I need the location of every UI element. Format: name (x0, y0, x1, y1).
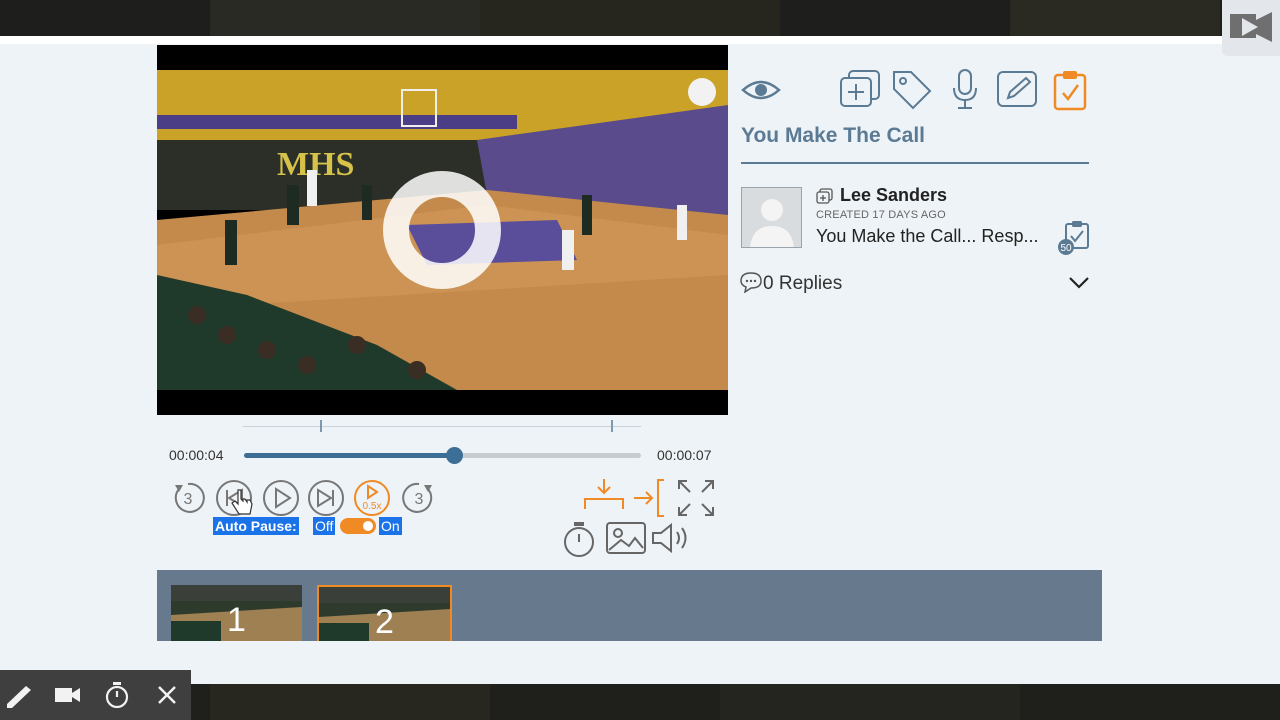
fast-forward-icon: 3 (402, 482, 433, 513)
video-player[interactable]: MHS (157, 45, 728, 415)
clipboard-check-icon[interactable] (1052, 69, 1088, 111)
trim-markers-track (243, 420, 641, 432)
skip-back-seconds: 3 (184, 491, 193, 508)
clip-number: 1 (227, 601, 246, 639)
skip-forward-seconds: 3 (415, 491, 424, 508)
clip-thumbnail[interactable]: 1 (171, 585, 302, 641)
post-created-time: CREATED 17 DAYS AGO (816, 209, 946, 221)
background-bottom-strip (0, 684, 1280, 720)
auto-pause-label: Auto Pause: (213, 517, 299, 535)
add-clip-small-icon (816, 188, 833, 204)
step-forward-icon (308, 480, 344, 516)
slow-play-icon: 0.5x (354, 480, 390, 516)
progress-slider[interactable] (244, 447, 641, 464)
auto-pause-toggle[interactable] (340, 518, 376, 534)
stopwatch-icon[interactable] (562, 520, 598, 558)
trim-marker-end[interactable] (611, 420, 613, 432)
background-top-strip (0, 0, 1280, 36)
auto-pause-on-label[interactable]: On (379, 517, 402, 535)
clips-bar: 1 2 (157, 570, 1102, 641)
current-time: 00:00:04 (169, 447, 224, 463)
toggle-knob (363, 521, 373, 531)
end-time: 00:00:07 (657, 447, 712, 463)
close-button[interactable] (152, 680, 182, 710)
auto-pause-off-label[interactable]: Off (313, 517, 336, 535)
skip-back-button[interactable]: 3 (169, 479, 207, 517)
avatar (741, 187, 802, 248)
rewind-icon: 3 (174, 482, 205, 513)
mark-out-icon[interactable] (632, 478, 670, 518)
video-camera-icon (55, 688, 80, 702)
tag-icon[interactable] (891, 69, 933, 111)
chevron-down-icon[interactable] (1068, 276, 1090, 290)
post-author[interactable]: Lee Sanders (840, 185, 947, 206)
progress-handle[interactable] (446, 447, 464, 464)
panel-title: You Make The Call (741, 124, 925, 147)
recorder-toolbar (0, 670, 191, 720)
slow-speed-label: 0.5x (363, 501, 382, 512)
snapshot-image-icon[interactable] (605, 520, 647, 556)
clipboard-points-badge-icon[interactable]: 50 (1056, 220, 1092, 256)
add-clip-icon[interactable] (839, 69, 881, 109)
next-frame-button[interactable] (307, 479, 345, 517)
timer-button[interactable] (102, 680, 132, 710)
clip-number: 2 (375, 603, 394, 641)
video-camera-play-icon (1230, 12, 1272, 42)
pen-icon (7, 686, 31, 708)
stopwatch-icon (105, 682, 129, 709)
clip-thumbnail-selected[interactable]: 2 (317, 585, 452, 641)
video-frame: MHS (157, 45, 728, 415)
pen-button[interactable] (4, 680, 34, 710)
panel-divider (741, 162, 1089, 164)
edit-icon[interactable] (996, 70, 1038, 108)
skip-forward-button[interactable]: 3 (400, 479, 438, 517)
volume-icon[interactable] (651, 522, 695, 554)
camera-button[interactable] (52, 680, 82, 710)
hand-cursor-icon (231, 489, 253, 515)
fullscreen-icon[interactable] (675, 477, 717, 519)
close-icon (158, 686, 176, 704)
slow-motion-button[interactable]: 0.5x (353, 479, 391, 517)
trim-marker-start[interactable] (320, 420, 322, 432)
replies-count[interactable]: 0 Replies (763, 273, 842, 295)
screen-record-button[interactable] (1222, 0, 1280, 56)
top-divider (0, 36, 1280, 44)
play-button[interactable] (262, 479, 300, 517)
badge-points: 50 (1060, 243, 1072, 254)
user-silhouette-icon (742, 188, 801, 247)
eye-icon[interactable] (741, 76, 781, 104)
play-icon (263, 480, 299, 516)
progress-fill (244, 453, 455, 458)
post-excerpt[interactable]: You Make the Call... Resp... (816, 226, 1038, 247)
comment-icon (740, 272, 762, 293)
mark-in-icon[interactable] (583, 477, 627, 513)
microphone-icon[interactable] (950, 68, 980, 110)
